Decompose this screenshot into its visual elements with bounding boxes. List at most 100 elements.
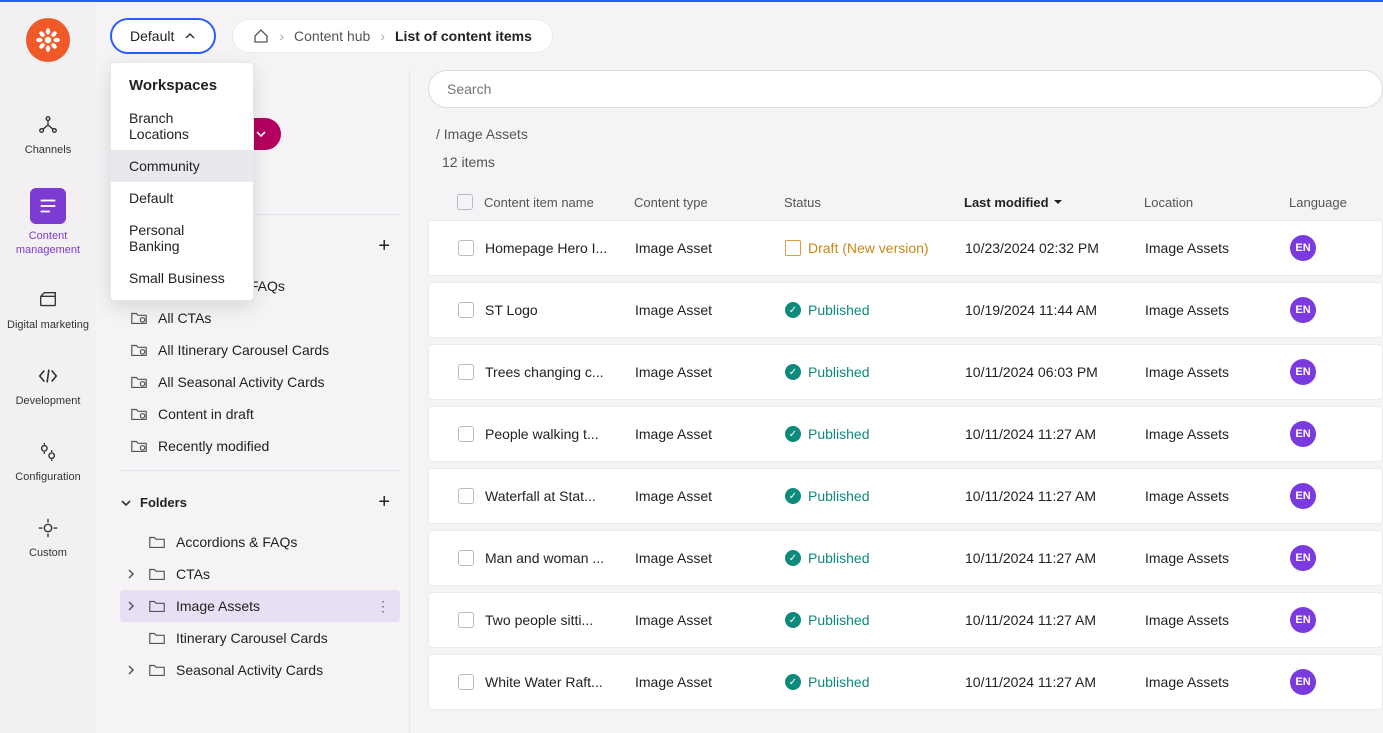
breadcrumb-separator: › (279, 28, 284, 44)
table-row[interactable]: Waterfall at Stat...Image Asset✓Publishe… (428, 468, 1383, 524)
row-modified: 10/11/2024 06:03 PM (965, 364, 1145, 380)
chevron-right-icon[interactable] (124, 569, 138, 579)
language-badge[interactable]: EN (1290, 607, 1316, 633)
table-row[interactable]: White Water Raft...Image Asset✓Published… (428, 654, 1383, 710)
row-name: Trees changing c... (485, 364, 635, 380)
row-checkbox[interactable] (458, 550, 474, 566)
check-icon: ✓ (785, 488, 801, 504)
add-folder-button[interactable]: + (372, 489, 396, 516)
column-type[interactable]: Content type (634, 195, 784, 210)
table-row[interactable]: People walking t...Image Asset✓Published… (428, 406, 1383, 462)
dev-icon (35, 363, 61, 389)
folder-icon (148, 533, 166, 551)
app-logo[interactable] (26, 18, 70, 62)
row-checkbox[interactable] (458, 302, 474, 318)
folder-item[interactable]: Seasonal Activity Cards (120, 654, 400, 686)
select-all-checkbox[interactable] (457, 194, 473, 210)
content-list-panel: / Image Assets 12 items Content item nam… (410, 70, 1383, 733)
smart-folder-label: Content in draft (158, 406, 254, 422)
nav-channels[interactable]: Channels (0, 106, 96, 164)
smart-folder-item[interactable]: All Seasonal Activity Cards (120, 366, 400, 398)
language-badge[interactable]: EN (1290, 421, 1316, 447)
breadcrumb-content-hub[interactable]: Content hub (294, 28, 370, 44)
table-row[interactable]: Man and woman ...Image Asset✓Published10… (428, 530, 1383, 586)
draft-icon (785, 240, 801, 256)
status-published: ✓Published (785, 302, 965, 318)
check-icon: ✓ (785, 302, 801, 318)
folder-item[interactable]: Itinerary Carousel Cards (120, 622, 400, 654)
row-modified: 10/11/2024 11:27 AM (965, 550, 1145, 566)
add-smart-folder-button[interactable]: + (372, 233, 396, 260)
smart-folder-icon (130, 405, 148, 423)
table-row[interactable]: Two people sitti...Image Asset✓Published… (428, 592, 1383, 648)
status-published: ✓Published (785, 488, 965, 504)
language-badge[interactable]: EN (1290, 235, 1316, 261)
config-icon (35, 439, 61, 465)
column-status[interactable]: Status (784, 195, 964, 210)
workspace-selector[interactable]: Default (110, 18, 216, 54)
channels-icon (35, 112, 61, 138)
table-row[interactable]: Homepage Hero I...Image AssetDraft (New … (428, 220, 1383, 276)
folder-item[interactable]: Image Assets⋮ (120, 590, 400, 622)
folder-item[interactable]: CTAs (120, 558, 400, 590)
column-modified[interactable]: Last modified (964, 195, 1144, 210)
smart-folder-item[interactable]: All Itinerary Carousel Cards (120, 334, 400, 366)
nav-config[interactable]: Configuration (0, 433, 96, 491)
smart-folder-label: All Seasonal Activity Cards (158, 374, 325, 390)
row-checkbox[interactable] (458, 488, 474, 504)
breadcrumb-separator: › (380, 28, 385, 44)
smart-folder-item[interactable]: All CTAs (120, 302, 400, 334)
workspace-option[interactable]: Community (111, 150, 253, 182)
row-checkbox[interactable] (458, 612, 474, 628)
row-name: Man and woman ... (485, 550, 635, 566)
search-input[interactable] (447, 81, 1364, 97)
nav-dev[interactable]: Development (0, 357, 96, 415)
workspace-option[interactable]: Default (111, 182, 253, 214)
row-checkbox[interactable] (458, 240, 474, 256)
language-badge[interactable]: EN (1290, 669, 1316, 695)
home-icon[interactable] (253, 28, 269, 44)
content-icon (30, 188, 66, 224)
smart-folder-item[interactable]: Content in draft (120, 398, 400, 430)
row-location: Image Assets (1145, 674, 1290, 690)
language-badge[interactable]: EN (1290, 483, 1316, 509)
folder-item[interactable]: Accordions & FAQs (120, 526, 400, 558)
folder-icon (148, 565, 166, 583)
status-published: ✓Published (785, 426, 965, 442)
chevron-right-icon[interactable] (124, 665, 138, 675)
nav-content[interactable]: Content management (0, 182, 96, 264)
table-row[interactable]: Trees changing c...Image Asset✓Published… (428, 344, 1383, 400)
language-badge[interactable]: EN (1290, 545, 1316, 571)
row-checkbox[interactable] (458, 426, 474, 442)
primary-nav: Channels Content management Digital market… (0, 2, 96, 733)
workspace-option[interactable]: Branch Locations (111, 102, 253, 150)
language-badge[interactable]: EN (1290, 359, 1316, 385)
workspace-dropdown: Workspaces Branch LocationsCommunityDefa… (110, 62, 254, 301)
nav-marketing[interactable]: Digital marketing (0, 281, 96, 339)
chevron-down-icon[interactable] (120, 497, 132, 509)
smart-folder-item[interactable]: Recently modified (120, 430, 400, 462)
workspace-option[interactable]: Small Business (111, 262, 253, 294)
smart-folder-icon (130, 373, 148, 391)
row-checkbox[interactable] (458, 674, 474, 690)
nav-label: Configuration (15, 471, 80, 485)
table-row[interactable]: ST LogoImage Asset✓Published10/19/2024 1… (428, 282, 1383, 338)
nav-custom[interactable]: Custom (0, 509, 96, 567)
row-type: Image Asset (635, 674, 785, 690)
status-published: ✓Published (785, 364, 965, 380)
row-checkbox[interactable] (458, 364, 474, 380)
workspace-option[interactable]: Personal Banking (111, 214, 253, 262)
check-icon: ✓ (785, 364, 801, 380)
topbar: Default Workspaces Branch LocationsCommu… (96, 2, 1383, 70)
column-location[interactable]: Location (1144, 195, 1289, 210)
search-box[interactable] (428, 70, 1383, 108)
chevron-right-icon[interactable] (124, 601, 138, 611)
workspace-current: Default (130, 28, 174, 44)
smart-folder-icon (130, 437, 148, 455)
more-icon[interactable]: ⋮ (372, 598, 394, 615)
column-name[interactable]: Content item name (484, 195, 634, 210)
sort-desc-icon (1053, 197, 1063, 207)
language-badge[interactable]: EN (1290, 297, 1316, 323)
folder-icon (148, 629, 166, 647)
column-language[interactable]: Language (1289, 195, 1349, 210)
